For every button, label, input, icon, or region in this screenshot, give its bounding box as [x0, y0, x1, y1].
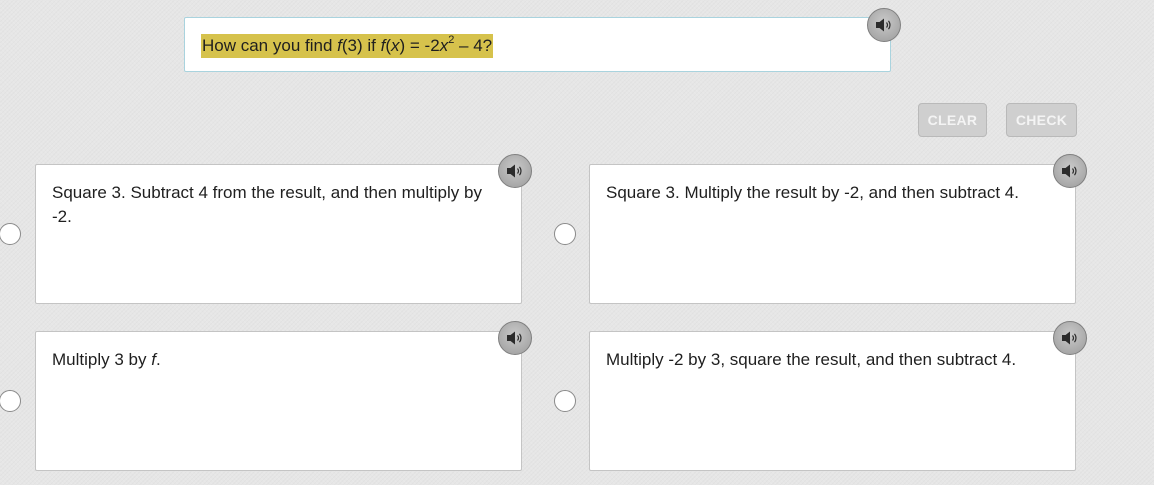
speaker-icon: [507, 331, 522, 345]
clear-button[interactable]: CLEAR: [918, 103, 987, 137]
question-equals: = -2: [405, 36, 440, 55]
answer-option-3[interactable]: Multiply 3 by f.: [35, 331, 522, 471]
answer-2-text: Square 3. Multiply the result by -2, and…: [606, 183, 1019, 202]
answer-3-text: Multiply 3 by f.: [52, 348, 505, 372]
answer-1-speaker-button[interactable]: [498, 154, 532, 188]
answer-2-speaker-button[interactable]: [1053, 154, 1087, 188]
speaker-icon: [1062, 331, 1077, 345]
question-text-arg: (3) if: [341, 36, 381, 55]
question-speaker-button[interactable]: [867, 8, 901, 42]
answer-option-4[interactable]: Multiply -2 by 3, square the result, and…: [589, 331, 1076, 471]
answer-2-radio[interactable]: [554, 223, 576, 245]
question-variable: x: [391, 36, 400, 55]
answer-4-speaker-button[interactable]: [1053, 321, 1087, 355]
question-text: How can you find f(3) if f(x) = -2x2 – 4…: [201, 34, 494, 58]
answer-4-radio[interactable]: [554, 390, 576, 412]
answer-3-radio[interactable]: [0, 390, 21, 412]
answer-option-2[interactable]: Square 3. Multiply the result by -2, and…: [589, 164, 1076, 304]
answer-3-text-before: Multiply 3 by: [52, 350, 152, 369]
speaker-icon: [1062, 164, 1077, 178]
answer-3-text-after: .: [155, 350, 161, 369]
speaker-icon: [507, 164, 522, 178]
answer-4-text: Multiply -2 by 3, square the result, and…: [606, 350, 1017, 369]
question-variable-2: x: [439, 36, 449, 55]
answer-1-radio[interactable]: [0, 223, 21, 245]
speaker-icon: [876, 18, 891, 32]
answer-option-1[interactable]: Square 3. Subtract 4 from the result, an…: [35, 164, 522, 304]
check-button[interactable]: CHECK: [1006, 103, 1077, 137]
question-text-suffix: – 4?: [454, 36, 493, 55]
question-box: How can you find f(3) if f(x) = -2x2 – 4…: [184, 17, 891, 72]
question-exponent: 2: [448, 34, 455, 47]
answer-1-text: Square 3. Subtract 4 from the result, an…: [52, 183, 482, 226]
answer-3-speaker-button[interactable]: [498, 321, 532, 355]
question-text-prefix: How can you find: [202, 36, 338, 55]
